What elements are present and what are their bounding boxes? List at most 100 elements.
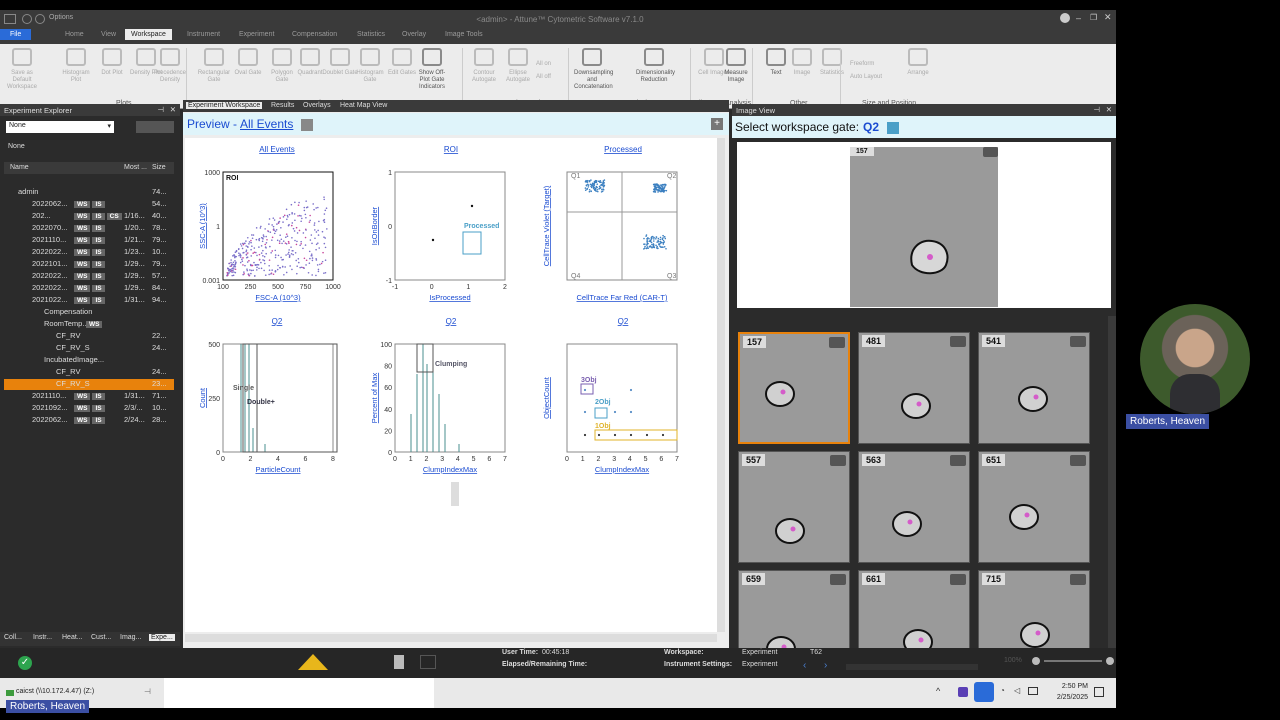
explorer-tab-5[interactable]: Expe... <box>149 634 175 641</box>
zoom-in-icon[interactable] <box>1106 657 1114 665</box>
tree-row[interactable]: CF_RV_S 23... <box>4 379 174 390</box>
volume-icon[interactable]: ◁ <box>1014 686 1020 695</box>
record-icon[interactable] <box>22 14 32 24</box>
plot-title[interactable]: Processed <box>604 145 642 154</box>
cell-image-tile[interactable]: 651 <box>978 451 1090 563</box>
explorer-tab-2[interactable]: Heat... <box>62 634 83 641</box>
menu-experiment[interactable]: Experiment <box>239 31 274 38</box>
x-axis-label[interactable]: ClumpIndexMax <box>595 465 649 474</box>
tree-row[interactable]: 2022022... WS IS 1/29... 57... <box>4 271 174 282</box>
clock-time[interactable]: 2:50 PM <box>1052 683 1088 690</box>
chevron-up-icon[interactable]: ^ <box>936 686 940 696</box>
ribbon-button-6[interactable]: Oval Gate <box>230 48 266 77</box>
menu-view[interactable]: View <box>101 31 116 38</box>
menu-statistics[interactable]: Statistics <box>357 31 385 38</box>
large-cell-image[interactable]: 157 <box>850 147 998 307</box>
ribbon-button-26[interactable]: Arrange <box>900 48 936 77</box>
tree-row[interactable]: 2021092... WS IS 2/3/... 10... <box>4 403 174 414</box>
workspace-tab-3[interactable]: Heat Map View <box>340 102 387 109</box>
drive-label[interactable]: caicst (\\10.172.4.47) (Z:) <box>16 688 94 695</box>
prev-arrow[interactable]: ‹ <box>803 660 806 671</box>
ribbon-toggle-15[interactable]: All on <box>536 61 551 67</box>
menu-file[interactable]: File <box>0 29 31 40</box>
plot-frame[interactable] <box>223 344 333 452</box>
ribbon-button-23[interactable]: Statistics <box>814 48 850 77</box>
y-axis-label[interactable]: Count <box>198 387 207 408</box>
warning-icon[interactable] <box>298 654 328 670</box>
clock-date[interactable]: 2/25/2025 <box>1050 694 1088 701</box>
gate-select-value[interactable]: Q2 <box>863 120 879 134</box>
grid-scrollbar[interactable] <box>1108 316 1116 648</box>
x-axis-label[interactable]: IsProcessed <box>429 293 470 302</box>
explorer-tab-4[interactable]: Imag... <box>120 634 141 641</box>
tree-row[interactable]: CF_RV 22... <box>4 331 174 342</box>
cell-image-tile[interactable]: 541 <box>978 332 1090 444</box>
plot-title[interactable]: All Events <box>259 145 295 154</box>
ribbon-toggle-25[interactable]: Auto Layout <box>850 74 882 80</box>
y-axis-label[interactable]: SSC-A (10^3) <box>198 203 207 249</box>
wifi-icon[interactable]: ◔ <box>1000 686 1005 695</box>
cell-image-tile[interactable]: 157 <box>738 332 850 444</box>
tree-row[interactable]: 2022101... WS IS 1/29... 79... <box>4 259 174 270</box>
tree-row[interactable]: 2021110... WS IS 1/31... 71... <box>4 391 174 402</box>
ribbon-button-1[interactable]: Histogram Plot <box>58 48 94 84</box>
pin-icon[interactable]: ⊣ <box>1093 105 1100 114</box>
close-pane-icon[interactable]: ✕ <box>170 105 176 114</box>
explorer-tab-1[interactable]: Instr... <box>33 634 52 641</box>
x-axis-label[interactable]: ParticleCount <box>255 465 301 474</box>
options-menu[interactable]: Options <box>49 14 73 21</box>
y-axis-label[interactable]: Percent of Max <box>370 373 379 424</box>
tree-row[interactable]: 202... WS IS CS 1/16... 40... <box>4 211 174 222</box>
taskbar-search-area[interactable] <box>164 678 434 708</box>
close-icon[interactable]: ✕ <box>1104 12 1112 23</box>
y-axis-label[interactable]: IsOnBorder <box>370 206 379 245</box>
col-size[interactable]: Size <box>152 164 166 171</box>
minimize-icon[interactable]: – <box>1076 13 1081 23</box>
tree-row[interactable]: 2021110... WS IS 1/21... 79... <box>4 235 174 246</box>
cell-image-tile[interactable]: 563 <box>858 451 970 563</box>
tree-row[interactable]: RoomTemp... WS <box>4 319 174 330</box>
ribbon-button-13[interactable]: Contour Autogate <box>466 48 502 84</box>
ribbon-button-0[interactable]: Save as Default Workspace <box>4 48 40 91</box>
zoom-out-icon[interactable] <box>1032 657 1040 665</box>
ribbon-button-17[interactable]: Downsampling and Concatenation <box>574 48 610 91</box>
tree-row[interactable]: CF_RV_S 24... <box>4 343 174 354</box>
tree-row[interactable]: Compensation <box>4 307 174 318</box>
add-plot-icon[interactable]: + <box>711 118 723 130</box>
teams-icon[interactable] <box>958 687 968 697</box>
explorer-action-button[interactable] <box>136 121 174 133</box>
tree-row[interactable]: IncubatedImage... <box>4 355 174 366</box>
explorer-tab-3[interactable]: Cust... <box>91 634 111 641</box>
tree-row[interactable]: 2022062... WS IS 54... <box>4 199 174 210</box>
plot-frame[interactable] <box>223 172 333 280</box>
gate-color-swatch[interactable] <box>887 122 899 134</box>
ribbon-button-14[interactable]: Ellipse Autogate <box>500 48 536 84</box>
pin-icon[interactable]: ⊣ <box>157 105 164 114</box>
cell-image-tile[interactable]: 557 <box>738 451 850 563</box>
scroll-thumb[interactable] <box>451 482 459 506</box>
col-most[interactable]: Most ... <box>124 164 147 171</box>
tree-row[interactable]: 2021022... WS IS 1/31... 94... <box>4 295 174 306</box>
workspace-tab-0[interactable]: Experiment Workspace <box>186 102 262 109</box>
eye-icon[interactable] <box>983 147 998 157</box>
plot-title[interactable]: Q2 <box>446 317 457 326</box>
tree-row[interactable]: admin 74... <box>4 187 174 198</box>
cell-image-tile[interactable]: 481 <box>858 332 970 444</box>
x-axis-label[interactable]: ClumpIndexMax <box>423 465 477 474</box>
ribbon-toggle-16[interactable]: All off <box>536 74 551 80</box>
vertical-scrollbar[interactable] <box>717 138 725 632</box>
next-arrow[interactable]: › <box>824 660 827 671</box>
menu-home[interactable]: Home <box>65 31 84 38</box>
workspace-tab-2[interactable]: Overlays <box>303 102 331 109</box>
y-axis-label[interactable]: ObjectCount <box>542 376 551 419</box>
tree-row[interactable]: 2022070... WS IS 1/20... 78... <box>4 223 174 234</box>
maximize-icon[interactable]: ❐ <box>1090 13 1097 22</box>
menu-instrument[interactable]: Instrument <box>187 31 220 38</box>
gate-color-swatch[interactable] <box>301 119 313 131</box>
ribbon-button-5[interactable]: Rectangular Gate <box>196 48 232 84</box>
menu-workspace[interactable]: Workspace <box>125 29 172 40</box>
close-pane-icon[interactable]: ✕ <box>1106 105 1112 114</box>
y-axis-label[interactable]: CellTrace Violet (Target) <box>542 185 551 266</box>
horizontal-scrollbar[interactable] <box>185 634 717 642</box>
tree-row[interactable]: CF_RV 24... <box>4 367 174 378</box>
